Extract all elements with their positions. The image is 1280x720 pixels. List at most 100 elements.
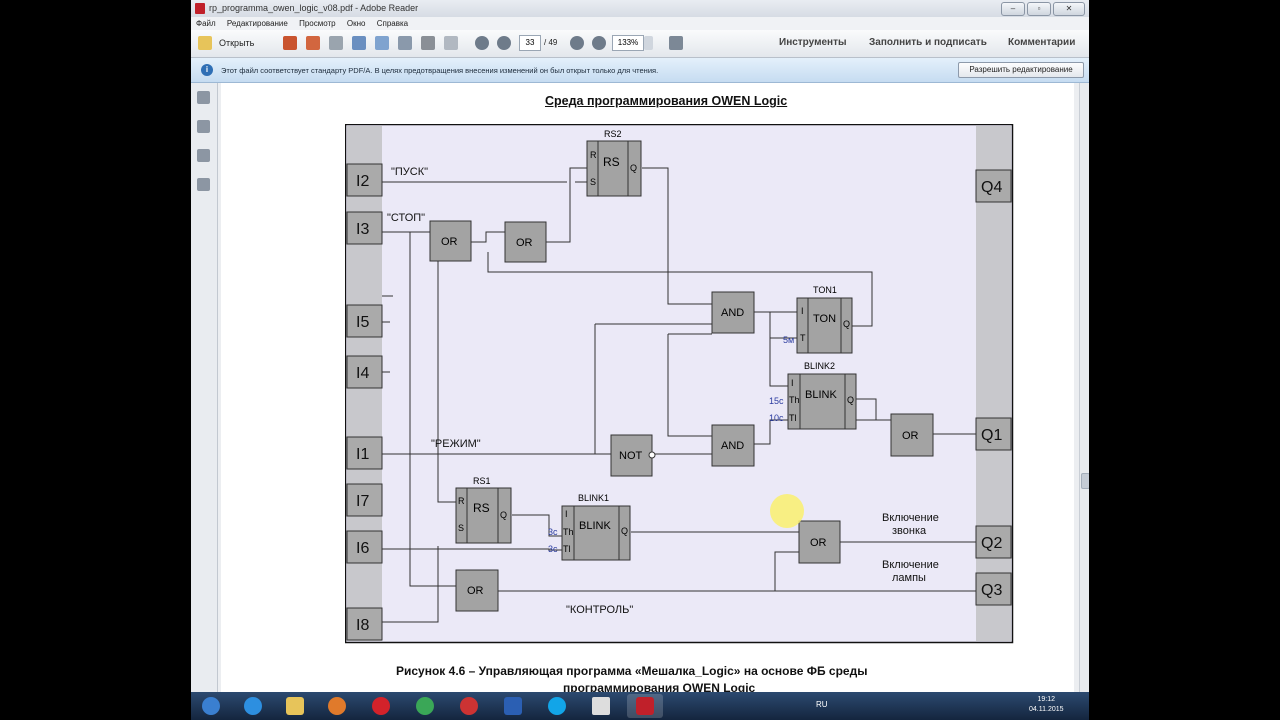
taskbar-ie[interactable]	[235, 694, 271, 718]
rs2-s: S	[590, 177, 596, 187]
fit-page-icon[interactable]	[669, 36, 683, 50]
rs1-name: RS1	[473, 476, 491, 486]
cursor-highlight	[770, 494, 804, 528]
output-q3-label: Q3	[981, 582, 1002, 599]
rs2-r: R	[590, 150, 597, 160]
bookmark-icon[interactable]	[197, 120, 210, 133]
page-up-icon[interactable]	[475, 36, 489, 50]
output-q1-label: Q1	[981, 427, 1002, 444]
info-icon: i	[201, 64, 213, 76]
fill-sign-tab[interactable]: Заполнить и подписать	[869, 37, 987, 48]
zoom-input[interactable]: 133%	[612, 35, 644, 51]
save-icon[interactable]	[398, 36, 412, 50]
taskbar-skype[interactable]	[539, 694, 575, 718]
ton1-q: Q	[843, 319, 850, 329]
print-icon[interactable]	[421, 36, 435, 50]
output-q4-label: Q4	[981, 179, 1002, 196]
menu-window[interactable]: Окно	[347, 19, 366, 28]
taskbar-adobe-reader[interactable]	[627, 694, 663, 718]
combine-icon[interactable]	[306, 36, 320, 50]
edit-icon[interactable]	[329, 36, 343, 50]
navigation-panel	[191, 83, 218, 692]
blink2-tl: Tl	[789, 413, 797, 423]
zoom-dropdown-chevron-icon[interactable]	[644, 36, 653, 50]
taskbar-explorer[interactable]	[277, 694, 313, 718]
label-pusk: "ПУСК"	[391, 166, 428, 178]
ton1-i: I	[801, 306, 804, 316]
blink1-tl-param: 3с	[548, 544, 558, 554]
blink1-i: I	[565, 509, 568, 519]
blink1-tl: Tl	[563, 544, 571, 554]
pages-icon[interactable]	[197, 91, 210, 104]
menu-view[interactable]: Просмотр	[299, 19, 336, 28]
title-bar[interactable]: rp_programma_owen_logic_v08.pdf - Adobe …	[191, 0, 1089, 17]
zoom-in-icon[interactable]	[592, 36, 606, 50]
blink2-i: I	[791, 378, 794, 388]
input-i5-label: I5	[356, 314, 369, 331]
attachment-icon[interactable]	[197, 149, 210, 162]
label-kontrol: "КОНТРОЛЬ"	[566, 604, 633, 616]
taskbar-media[interactable]	[319, 694, 355, 718]
language-indicator[interactable]: RU	[816, 700, 828, 709]
share-icon[interactable]	[375, 36, 389, 50]
figure-caption-line-1: Рисунок 4.6 – Управляющая программа «Меш…	[396, 664, 868, 678]
ton1-param: 5м	[783, 335, 794, 345]
windows-start-icon	[202, 697, 220, 715]
block-or-4: OR	[798, 520, 841, 564]
input-i4-label: I4	[356, 365, 369, 382]
menu-edit[interactable]: Редактирование	[227, 19, 288, 28]
email-icon[interactable]	[444, 36, 458, 50]
rs1-q: Q	[500, 510, 507, 520]
comments-tab[interactable]: Комментарии	[1008, 37, 1075, 48]
clock-time: 19:12	[1037, 696, 1056, 703]
signature-icon[interactable]	[197, 178, 210, 191]
close-button[interactable]: ✕	[1053, 2, 1085, 16]
or-3-label: OR	[902, 430, 919, 442]
taskbar-chrome[interactable]	[407, 694, 443, 718]
vertical-scrollbar[interactable]	[1079, 83, 1089, 692]
taskbar-grid-app[interactable]	[583, 694, 619, 718]
pdf-icon	[195, 3, 205, 14]
input-i1-label: I1	[356, 446, 369, 463]
minimize-button[interactable]: –	[1001, 2, 1025, 16]
rs2-q: Q	[630, 163, 637, 173]
block-or-3: OR	[890, 413, 934, 457]
or-2-label: OR	[516, 237, 533, 249]
upload-icon[interactable]	[352, 36, 366, 50]
block-and-1: AND	[711, 291, 755, 334]
blink2-q: Q	[847, 395, 854, 405]
grid-app-icon	[592, 697, 610, 715]
start-button[interactable]	[193, 694, 229, 718]
taskbar-opera[interactable]	[363, 694, 399, 718]
output-q2-label: Q2	[981, 535, 1002, 552]
label-lampa-1: Включение	[882, 559, 939, 571]
folder-icon[interactable]	[198, 36, 212, 50]
blink2-tl-param: 10с	[769, 413, 784, 423]
input-i6-label: I6	[356, 540, 369, 557]
create-pdf-icon[interactable]	[283, 36, 297, 50]
tools-tab[interactable]: Инструменты	[779, 37, 847, 48]
rs1-label: RS	[473, 501, 490, 515]
rs2-name: RS2	[604, 129, 622, 139]
enable-editing-button[interactable]: Разрешить редактирование	[958, 62, 1084, 78]
and-1-label: AND	[721, 307, 744, 319]
block-and-2: AND	[711, 424, 755, 467]
system-clock[interactable]: 19:12 04.11.2015	[1029, 695, 1064, 715]
taskbar: RU 19:12 04.11.2015	[191, 692, 1089, 720]
ton1-t: T	[800, 333, 806, 343]
maximize-button[interactable]: ▫	[1027, 2, 1051, 16]
scroll-thumb[interactable]	[1081, 473, 1089, 489]
menu-file[interactable]: Файл	[196, 19, 216, 28]
blink1-name: BLINK1	[578, 493, 609, 503]
page-number-input[interactable]: 33	[519, 35, 541, 51]
taskbar-app[interactable]	[451, 694, 487, 718]
open-button[interactable]: Открыть	[219, 35, 254, 51]
block-not: NOT	[610, 434, 656, 477]
blink2-th-param: 15с	[769, 396, 784, 406]
zoom-out-icon[interactable]	[570, 36, 584, 50]
folder-icon	[286, 697, 304, 715]
taskbar-word[interactable]	[495, 694, 531, 718]
adobe-reader-icon	[636, 697, 654, 715]
menu-help[interactable]: Справка	[377, 19, 408, 28]
page-down-icon[interactable]	[497, 36, 511, 50]
